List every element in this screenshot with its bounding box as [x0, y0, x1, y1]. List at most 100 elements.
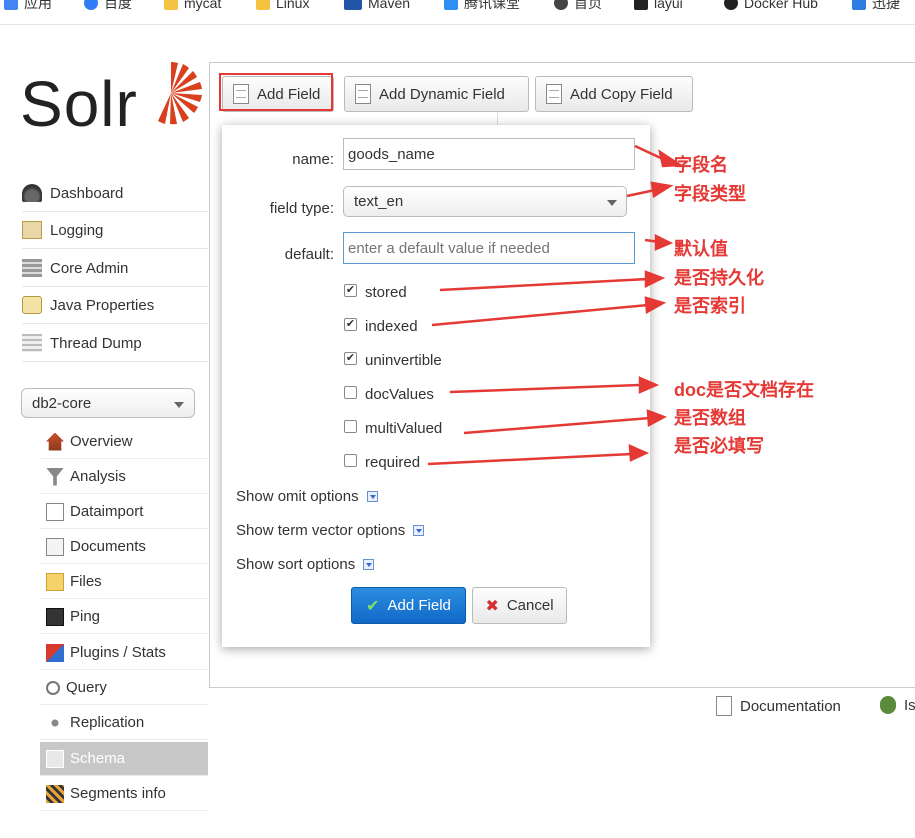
core-menu-analysis[interactable]: Analysis: [40, 460, 208, 494]
annotation-field-type: 字段类型: [674, 184, 746, 204]
ping-icon: [46, 607, 64, 626]
core-admin-icon: [22, 259, 42, 277]
bookmark-home[interactable]: 首页: [554, 0, 602, 12]
stored-checkbox[interactable]: ✔: [344, 284, 357, 297]
nav-java-properties[interactable]: Java Properties: [22, 287, 208, 324]
core-menu-dataimport[interactable]: Dataimport: [40, 495, 208, 529]
annotation-stored: 是否持久化: [674, 268, 764, 288]
bookmarks-bar: 应用 百度 mycat Linux Maven 腾讯课堂 首页 layui Do…: [0, 0, 915, 25]
apps-icon: [4, 0, 18, 10]
search-icon: [46, 680, 60, 695]
dashboard-icon: [22, 184, 42, 202]
core-menu-schema[interactable]: Schema: [40, 742, 208, 776]
nav-thread-dump[interactable]: Thread Dump: [22, 325, 208, 362]
layui-icon: [634, 0, 648, 10]
required-label: required: [365, 454, 421, 471]
core-menu-query[interactable]: Query: [40, 671, 208, 705]
segments-icon: [46, 784, 64, 803]
multivalued-checkbox[interactable]: [344, 420, 357, 433]
indexed-checkbox[interactable]: ✔: [344, 318, 357, 331]
name-label: name:: [292, 151, 334, 168]
document-icon: [716, 696, 732, 716]
documents-icon: [46, 537, 64, 556]
show-omit-options-toggle[interactable]: Show omit options: [236, 488, 378, 505]
docvalues-checkbox[interactable]: [344, 386, 357, 399]
maven-icon: [344, 0, 362, 10]
documentation-link[interactable]: Documentation: [716, 696, 841, 716]
bookmark-linux[interactable]: Linux: [256, 0, 309, 12]
logo-wordmark: Solr: [20, 68, 138, 140]
field-type-select[interactable]: text_en: [343, 186, 627, 217]
bookmark-mycat[interactable]: mycat: [164, 0, 221, 12]
core-menu-files[interactable]: Files: [40, 565, 208, 599]
home-icon: [46, 432, 64, 451]
thread-dump-icon: [22, 334, 42, 352]
issues-link[interactable]: Is: [880, 696, 915, 714]
core-selector[interactable]: db2-core: [21, 388, 195, 418]
indexed-label: indexed: [365, 318, 418, 335]
logging-icon: [22, 221, 42, 239]
chevron-down-icon: [607, 200, 617, 206]
annotation-indexed: 是否索引: [674, 296, 746, 316]
core-menu-overview[interactable]: Overview: [40, 425, 208, 459]
expand-icon: [413, 525, 425, 536]
core-menu-plugins-stats[interactable]: Plugins / Stats: [40, 636, 208, 670]
document-icon: [546, 84, 562, 104]
show-sort-options-toggle[interactable]: Show sort options: [236, 556, 375, 573]
cancel-button[interactable]: ✖ Cancel: [472, 587, 567, 624]
bookmark-layui[interactable]: layui: [634, 0, 683, 12]
document-icon: [355, 84, 371, 104]
bug-icon: [880, 696, 896, 714]
baidu-icon: [84, 0, 98, 10]
submit-add-field-button[interactable]: ✔ Add Field: [351, 587, 466, 624]
bookmark-baidu[interactable]: 百度: [84, 0, 132, 12]
required-checkbox[interactable]: [344, 454, 357, 467]
multivalued-label: multiValued: [365, 420, 443, 437]
nav-core-admin[interactable]: Core Admin: [22, 250, 208, 287]
dataimport-icon: [46, 502, 64, 521]
default-input[interactable]: [343, 232, 635, 264]
core-menu-ping[interactable]: Ping: [40, 600, 208, 634]
expand-icon: [366, 491, 378, 502]
add-copy-field-button[interactable]: Add Copy Field: [535, 76, 693, 112]
bookmark-apps[interactable]: 应用: [4, 0, 52, 12]
field-type-label: field type:: [269, 200, 334, 217]
sun-icon: [158, 62, 202, 125]
bookmark-tencent-class[interactable]: 腾讯课堂: [444, 0, 520, 12]
funnel-icon: [46, 467, 64, 486]
stored-label: stored: [365, 284, 407, 301]
files-icon: [46, 572, 64, 591]
close-icon: ✖: [485, 597, 499, 615]
github-icon: [724, 0, 738, 10]
name-input[interactable]: goods_name: [343, 138, 635, 170]
nav-logging[interactable]: Logging: [22, 212, 208, 249]
java-icon: [22, 296, 42, 314]
core-menu-segments-info[interactable]: Segments info: [40, 777, 208, 811]
highlight-box: [219, 73, 333, 111]
default-label: default:: [284, 246, 334, 263]
core-menu-replication[interactable]: Replication: [40, 706, 208, 740]
xunjie-icon: [852, 0, 866, 10]
bookmark-docker-hub[interactable]: Docker Hub: [724, 0, 818, 12]
annotation-docvalues: doc是否文档存在: [674, 380, 815, 400]
annotation-multivalued: 是否数组: [674, 408, 746, 428]
panel-divider: [497, 112, 498, 126]
expand-icon: [363, 559, 375, 570]
plugins-icon: [46, 643, 64, 662]
annotation-name: 字段名: [674, 155, 728, 175]
nav-dashboard[interactable]: Dashboard: [22, 175, 208, 212]
core-menu-documents[interactable]: Documents: [40, 530, 208, 564]
replication-icon: [46, 713, 64, 732]
home-globe-icon: [554, 0, 568, 10]
add-dynamic-field-button[interactable]: Add Dynamic Field: [344, 76, 529, 112]
annotation-required: 是否必填写: [674, 436, 764, 456]
bookmark-maven[interactable]: Maven: [344, 0, 410, 12]
schema-icon: [46, 749, 64, 768]
solr-logo[interactable]: Solr: [20, 58, 202, 150]
uninvertible-label: uninvertible: [365, 352, 442, 369]
show-term-vector-options-toggle[interactable]: Show term vector options: [236, 522, 425, 539]
bookmark-xunjie[interactable]: 迅捷: [852, 0, 900, 12]
tencent-class-icon: [444, 0, 458, 10]
uninvertible-checkbox[interactable]: ✔: [344, 352, 357, 365]
folder-icon: [164, 0, 178, 10]
